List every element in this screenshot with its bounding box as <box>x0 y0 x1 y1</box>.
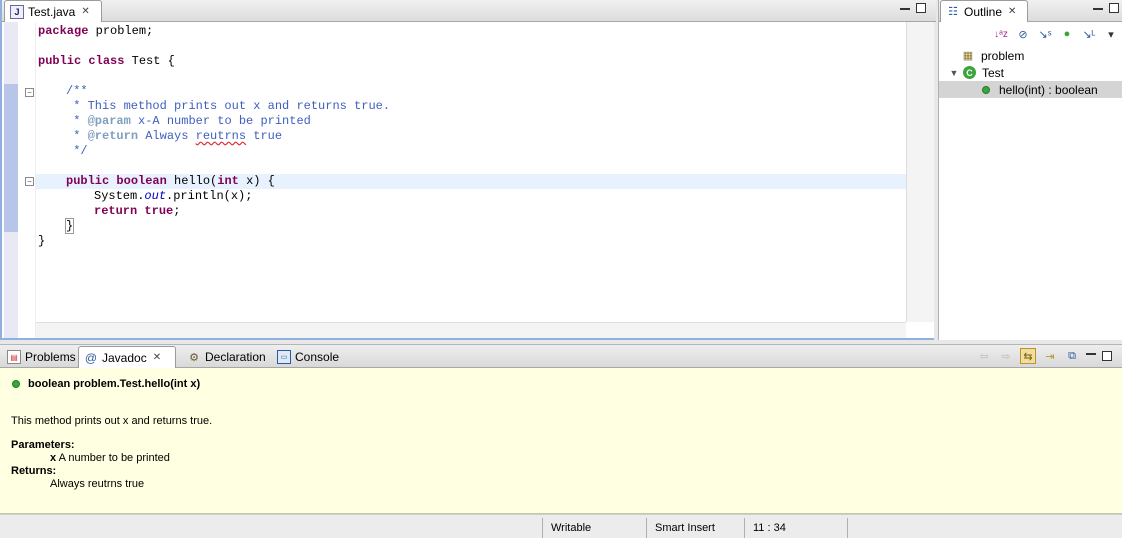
bottom-tabbar: ▤ Problems @ Javadoc ✕ ⚙ Declaration ▭ C… <box>0 344 1122 368</box>
close-icon[interactable]: ✕ <box>153 352 161 363</box>
overview-ruler <box>4 22 18 338</box>
outline-toolbar: ↓ᵃz ⊘ ↘ˢ ● ↘ᴸ ▾ <box>939 22 1122 46</box>
code-line: package problem; <box>38 24 154 38</box>
sort-alpha-icon[interactable]: ↓ᵃz <box>993 26 1009 42</box>
code-line: public class Test { <box>38 54 175 68</box>
hide-fields-icon[interactable]: ⊘ <box>1015 26 1031 42</box>
public-method-icon <box>979 83 993 97</box>
code-line: public boolean hello(int x) { <box>66 174 275 188</box>
outline-item-package[interactable]: ▦ problem <box>939 47 1122 64</box>
tab-declaration[interactable]: ⚙ Declaration <box>182 346 271 368</box>
code-line: * @return Always reutrns true <box>66 129 283 143</box>
code-line: /** <box>66 84 88 98</box>
code-area[interactable]: − − package problem; public class Test {… <box>4 22 934 338</box>
back-icon[interactable]: ⇦ <box>976 348 992 364</box>
javadoc-param: x A number to be printed <box>50 452 170 464</box>
fold-collapse-icon[interactable]: − <box>25 177 34 186</box>
outline-tab[interactable]: ☷ Outline ✕ <box>940 0 1028 22</box>
open-input-icon[interactable]: ⇥ <box>1042 348 1058 364</box>
tab-problems[interactable]: ▤ Problems <box>2 346 81 368</box>
hide-local-types-icon[interactable]: ↘ᴸ <box>1081 26 1097 42</box>
javadoc-returns-heading: Returns: <box>11 465 57 477</box>
fold-collapse-icon[interactable]: − <box>25 88 34 97</box>
java-file-icon: J <box>10 4 24 19</box>
editor-tab-test-java[interactable]: J Test.java ✕ <box>4 0 102 22</box>
tab-javadoc[interactable]: @ Javadoc ✕ <box>78 346 176 368</box>
javadoc-toolbar: ⇦ ⇨ ⇆ ⇥ ⧉ <box>976 348 1112 364</box>
tab-console[interactable]: ▭ Console <box>272 346 344 368</box>
editor-window-controls <box>900 3 926 13</box>
status-cursor-position: 11 : 34 <box>744 518 848 538</box>
outline-icon: ☷ <box>948 6 958 18</box>
javadoc-description: This method prints out x and returns tru… <box>11 415 213 427</box>
close-icon[interactable]: ✕ <box>1008 6 1016 17</box>
code-line: */ <box>66 144 88 158</box>
outline-pane: ☷ Outline ✕ ↓ᵃz ⊘ ↘ˢ ● ↘ᴸ ▾ ▦ problem ▼ … <box>938 0 1122 340</box>
class-icon: C <box>963 66 976 79</box>
status-bar: Writable Smart Insert 11 : 34 <box>0 514 1122 538</box>
javadoc-view: boolean problem.Test.hello(int x) This m… <box>0 368 1122 514</box>
folding-gutter: − − <box>18 22 36 338</box>
maximize-icon[interactable] <box>916 3 926 13</box>
expand-arrow-icon[interactable]: ▼ <box>947 66 961 80</box>
view-menu-icon[interactable]: ▾ <box>1103 26 1119 42</box>
javadoc-params-heading: Parameters: <box>11 439 75 451</box>
editor-tabbar: J Test.java ✕ <box>2 0 936 22</box>
status-writable: Writable <box>542 518 646 538</box>
code-line: * This method prints out x and returns t… <box>66 99 391 113</box>
close-icon[interactable]: ✕ <box>81 6 89 17</box>
outline-item-method[interactable]: hello(int) : boolean <box>939 81 1122 98</box>
open-external-browser-icon[interactable]: ⧉ <box>1064 348 1080 364</box>
javadoc-signature: boolean problem.Test.hello(int x) <box>12 378 200 390</box>
spelling-error: reutrns <box>195 129 247 143</box>
minimize-icon[interactable] <box>1093 8 1103 11</box>
maximize-icon[interactable] <box>1109 3 1119 13</box>
code-line: } <box>64 218 75 234</box>
console-icon: ▭ <box>277 350 291 364</box>
hide-nonpublic-icon[interactable]: ● <box>1059 26 1075 42</box>
minimize-icon[interactable] <box>1086 353 1096 355</box>
outline-item-class[interactable]: ▼ C Test <box>939 64 1122 81</box>
javadoc-icon: @ <box>84 350 98 365</box>
editor-tab-label: Test.java <box>28 4 76 19</box>
outline-window-controls <box>1093 3 1119 13</box>
code-line: * @param x-A number to be printed <box>66 114 311 128</box>
minimize-icon[interactable] <box>900 8 910 11</box>
outline-tabbar: ☷ Outline ✕ <box>939 0 1122 22</box>
status-insert-mode: Smart Insert <box>646 518 744 538</box>
declaration-icon: ⚙ <box>189 351 199 364</box>
public-method-icon <box>12 380 20 388</box>
bottom-window-controls <box>1086 351 1112 361</box>
forward-icon[interactable]: ⇨ <box>998 348 1014 364</box>
problems-icon: ▤ <box>7 350 21 364</box>
code-line: return true; <box>94 204 181 218</box>
code-line: System.out.println(x); <box>94 189 253 203</box>
javadoc-returns-desc: Always reutrns true <box>50 478 145 490</box>
hide-static-icon[interactable]: ↘ˢ <box>1037 26 1053 42</box>
horizontal-scrollbar[interactable] <box>36 322 906 338</box>
package-icon: ▦ <box>962 50 974 62</box>
code-line: } <box>38 234 46 248</box>
code-text[interactable]: package problem; public class Test { /**… <box>36 22 906 322</box>
maximize-icon[interactable] <box>1102 351 1112 361</box>
link-with-selection-icon[interactable]: ⇆ <box>1020 348 1036 364</box>
editor-pane: J Test.java ✕ − − package problem; publi… <box>0 0 936 340</box>
vertical-scrollbar[interactable] <box>906 22 934 322</box>
